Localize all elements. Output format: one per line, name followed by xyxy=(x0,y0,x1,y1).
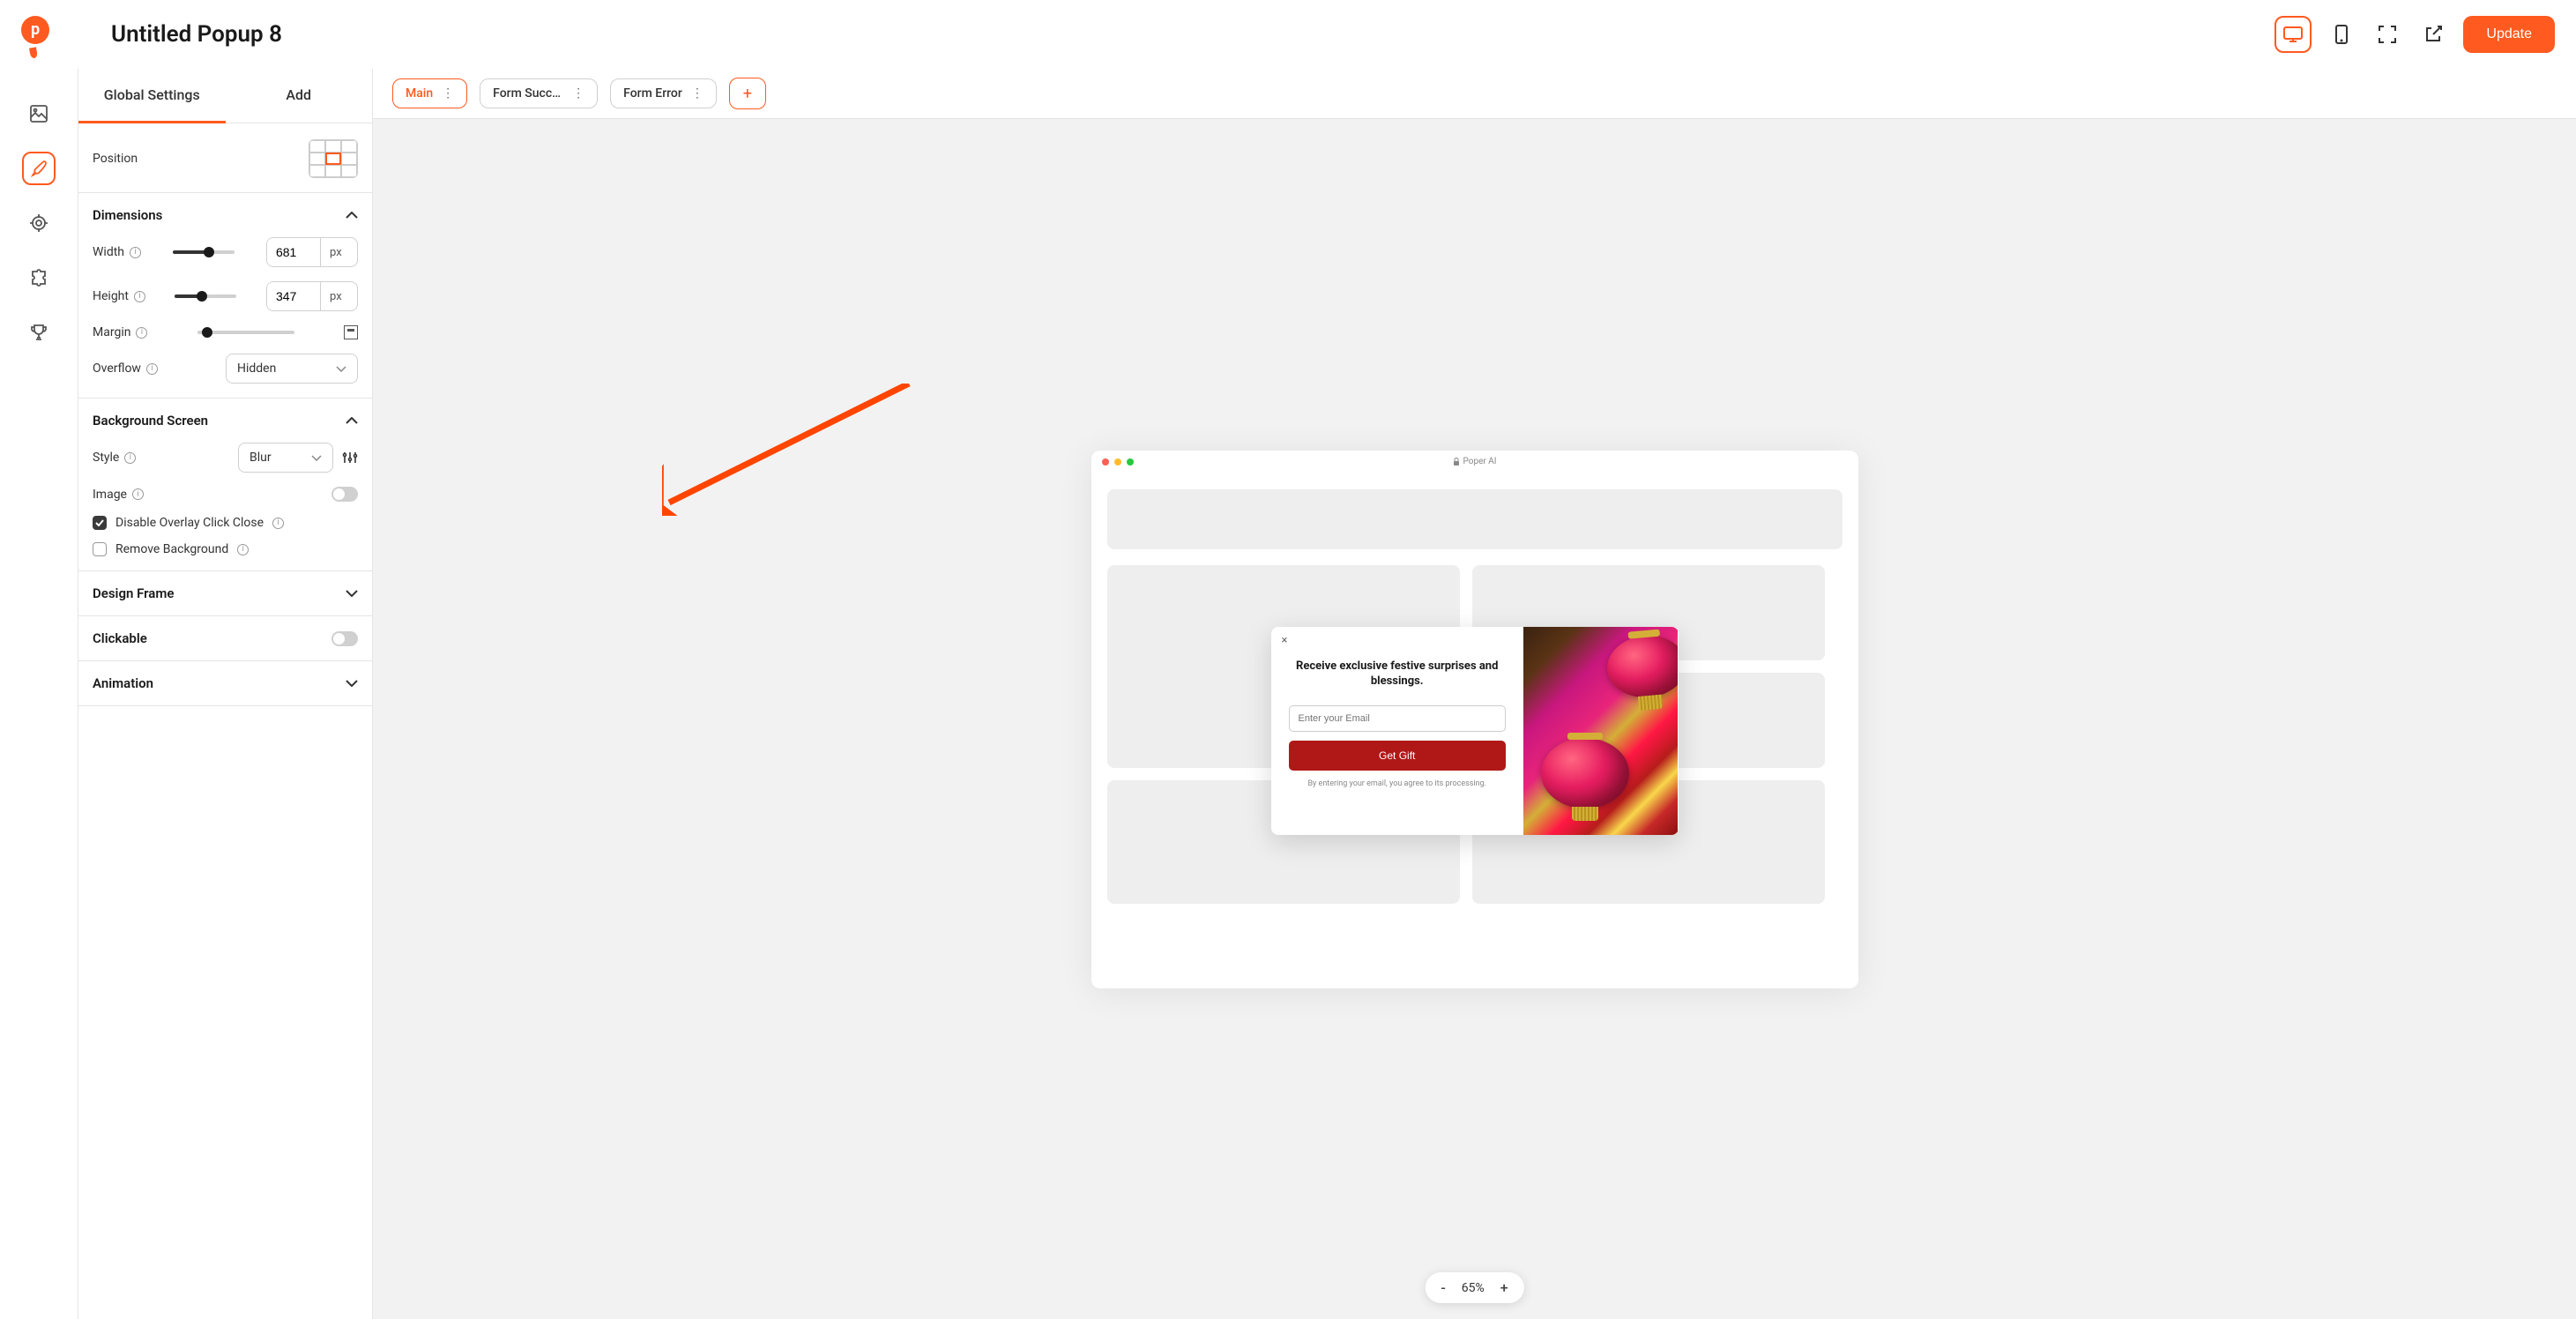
chevron-up-icon xyxy=(346,417,358,424)
browser-title: Poper AI xyxy=(1463,457,1497,466)
height-input[interactable] xyxy=(267,282,320,310)
height-slider[interactable] xyxy=(175,294,236,298)
height-unit[interactable]: px xyxy=(320,282,351,310)
width-slider[interactable] xyxy=(173,250,235,254)
zoom-in-button[interactable]: + xyxy=(1500,1279,1508,1296)
width-unit[interactable]: px xyxy=(320,238,351,266)
brush-tool-icon[interactable] xyxy=(22,152,56,185)
clickable-toggle[interactable] xyxy=(331,631,358,646)
trophy-tool-icon[interactable] xyxy=(22,316,56,349)
popup-email-input[interactable] xyxy=(1289,705,1506,732)
kebab-icon[interactable]: ⋮ xyxy=(442,86,454,101)
info-icon[interactable]: i xyxy=(124,452,136,464)
dimensions-section-header[interactable]: Dimensions xyxy=(78,193,372,237)
popup-submit-button[interactable]: Get Gift xyxy=(1289,741,1506,771)
update-button[interactable]: Update xyxy=(2463,16,2555,53)
tab-global-settings[interactable]: Global Settings xyxy=(78,69,226,123)
canvas-tab-success[interactable]: Form Succe… ⋮ xyxy=(480,78,598,108)
overflow-label: Overflow xyxy=(93,361,141,376)
chevron-up-icon xyxy=(346,212,358,219)
info-icon[interactable]: i xyxy=(130,247,141,258)
external-link-button[interactable] xyxy=(2417,19,2449,50)
popup-close-button[interactable]: × xyxy=(1282,634,1288,647)
design-frame-section-header[interactable]: Design Frame xyxy=(78,571,372,615)
height-label: Height xyxy=(93,289,129,303)
kebab-icon[interactable]: ⋮ xyxy=(691,86,704,101)
position-label: Position xyxy=(93,152,138,166)
remove-bg-label: Remove Background xyxy=(115,542,228,556)
width-input[interactable] xyxy=(267,238,320,266)
overflow-select[interactable]: Hidden xyxy=(226,354,358,384)
background-section-header[interactable]: Background Screen xyxy=(78,399,372,443)
image-tool-icon[interactable] xyxy=(22,97,56,130)
image-toggle[interactable] xyxy=(331,487,358,502)
position-grid[interactable] xyxy=(309,139,358,178)
puzzle-tool-icon[interactable] xyxy=(22,261,56,294)
kebab-icon[interactable]: ⋮ xyxy=(572,86,584,101)
canvas-tab-main[interactable]: Main ⋮ xyxy=(392,78,467,108)
fullscreen-button[interactable] xyxy=(2371,19,2403,50)
desktop-view-button[interactable] xyxy=(2274,16,2312,53)
popup-preview: × Receive exclusive festive surprises an… xyxy=(1271,627,1679,835)
margin-label: Margin xyxy=(93,325,130,339)
app-logo[interactable]: p xyxy=(21,16,49,53)
info-icon[interactable]: i xyxy=(136,327,147,339)
popup-heading: Receive exclusive festive surprises and … xyxy=(1289,659,1506,689)
page-title: Untitled Popup 8 xyxy=(111,21,282,48)
margin-icon[interactable] xyxy=(344,325,358,339)
image-label: Image xyxy=(93,488,127,502)
zoom-out-button[interactable]: - xyxy=(1441,1279,1445,1296)
popup-disclaimer: By entering your email, you agree to its… xyxy=(1307,779,1486,790)
preview-browser: Poper AI × Receive exclusive festive sur… xyxy=(1091,451,1858,988)
info-icon[interactable]: i xyxy=(146,363,158,375)
chevron-down-icon xyxy=(346,590,358,597)
zoom-level: 65% xyxy=(1462,1281,1485,1295)
chevron-down-icon xyxy=(346,680,358,687)
clickable-section-header[interactable]: Clickable xyxy=(78,616,372,660)
chevron-down-icon xyxy=(311,455,322,461)
disable-overlay-label: Disable Overlay Click Close xyxy=(115,516,264,530)
remove-bg-checkbox[interactable] xyxy=(93,542,107,556)
target-tool-icon[interactable] xyxy=(22,206,56,240)
tab-add[interactable]: Add xyxy=(226,69,373,123)
width-label: Width xyxy=(93,245,124,259)
style-select[interactable]: Blur xyxy=(238,443,333,473)
info-icon[interactable]: i xyxy=(272,518,284,529)
chevron-down-icon xyxy=(336,366,346,372)
mobile-view-button[interactable] xyxy=(2326,19,2357,50)
canvas-tab-error[interactable]: Form Error ⋮ xyxy=(610,78,717,108)
popup-image xyxy=(1523,627,1679,835)
style-label: Style xyxy=(93,451,119,465)
info-icon[interactable]: i xyxy=(237,544,249,555)
disable-overlay-checkbox[interactable] xyxy=(93,516,107,530)
info-icon[interactable]: i xyxy=(132,488,144,500)
sliders-icon[interactable] xyxy=(342,450,358,466)
add-tab-button[interactable]: + xyxy=(729,78,766,109)
lock-icon xyxy=(1453,458,1460,466)
info-icon[interactable]: i xyxy=(134,291,145,302)
annotation-arrow xyxy=(662,384,927,516)
animation-section-header[interactable]: Animation xyxy=(78,661,372,705)
margin-slider[interactable] xyxy=(197,331,294,334)
